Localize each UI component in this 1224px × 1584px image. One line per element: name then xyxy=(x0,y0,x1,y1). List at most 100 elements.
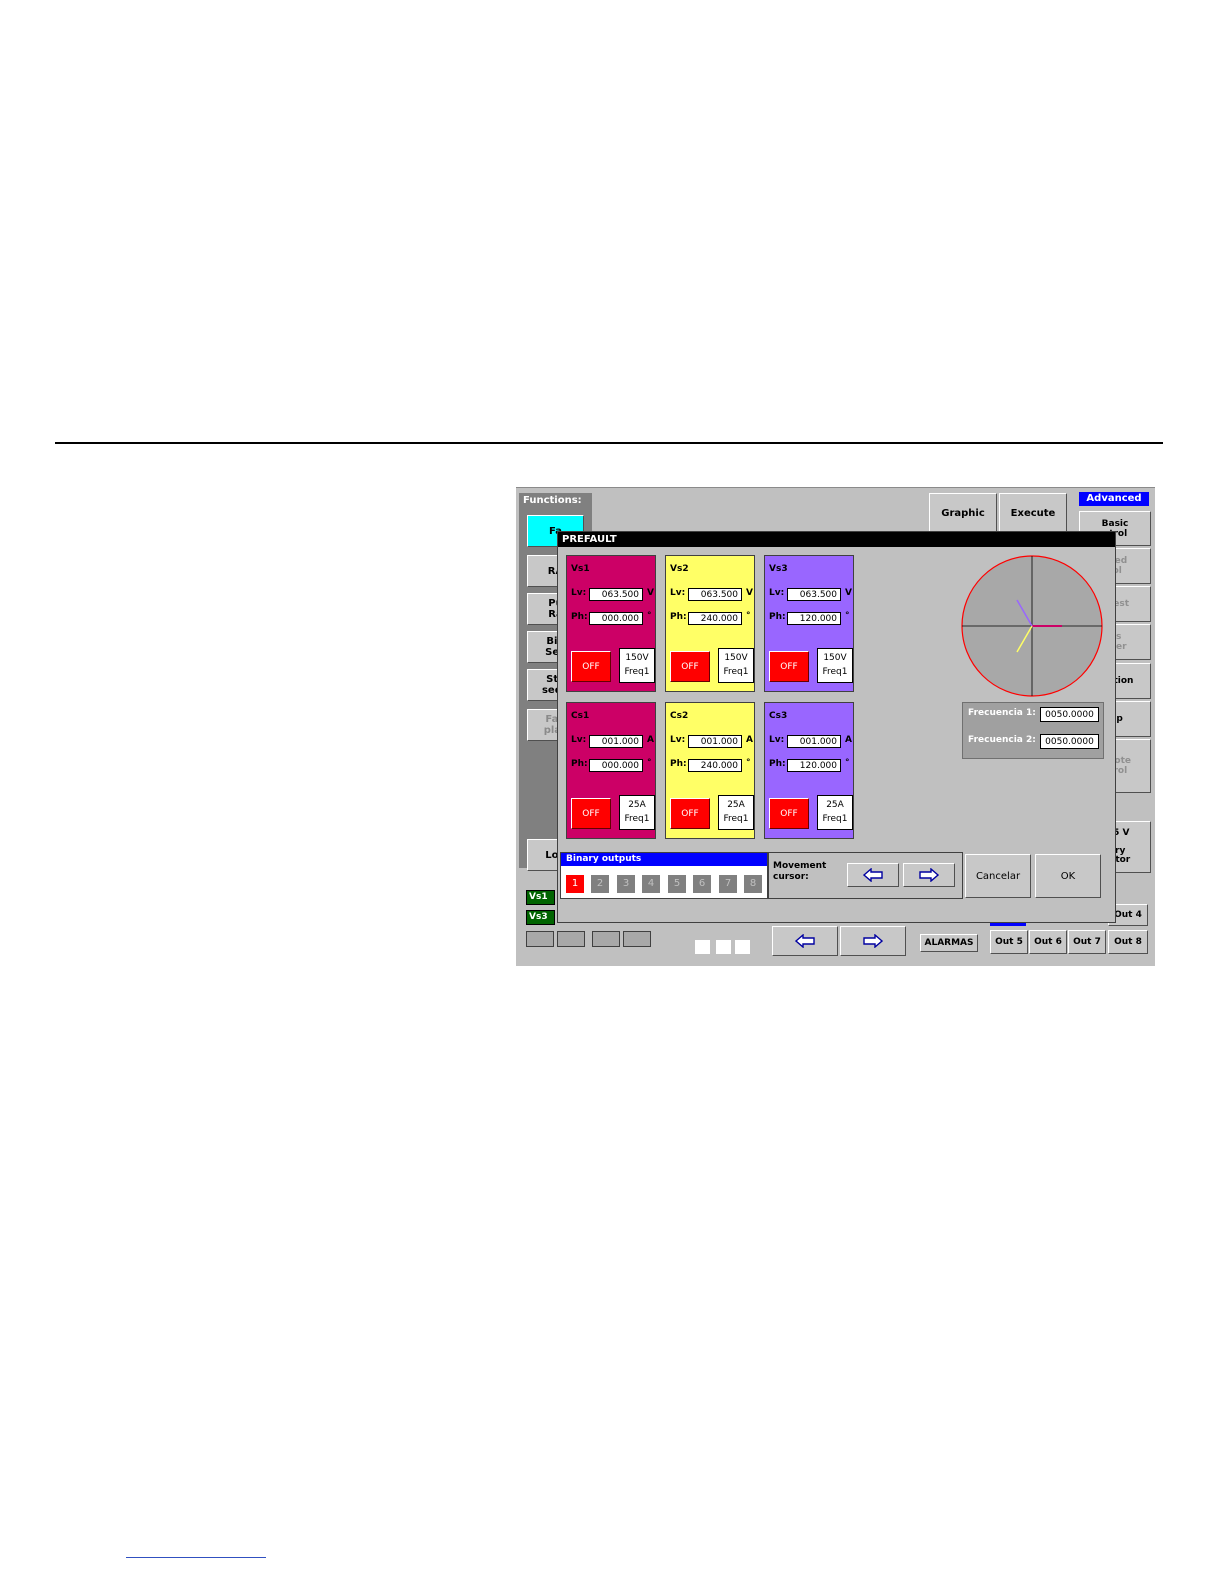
channel-cs1: Cs1 Lv: 001.000 A Ph: 000.000 ° OFF 25A F… xyxy=(566,702,656,839)
arrow-right-icon xyxy=(919,868,939,882)
ph-label: Ph: xyxy=(769,612,786,622)
out-5-button[interactable]: Out 5 xyxy=(990,930,1028,954)
range-value: 25A xyxy=(628,800,646,810)
range-button[interactable]: 25A Freq1 xyxy=(619,795,655,830)
ok-button[interactable]: OK xyxy=(1035,854,1101,898)
footer-link-underline xyxy=(126,1557,266,1558)
functions-label: Functions: xyxy=(523,495,582,506)
next-arrow-button[interactable] xyxy=(840,926,906,956)
prefault-dialog: PREFAULT Vs1 Lv: 063.500 V Ph: 000.000 °… xyxy=(557,531,1116,923)
advanced-mode-label: Advanced xyxy=(1079,492,1149,506)
range-value: 150V xyxy=(724,653,748,663)
ph-input[interactable]: 120.000 xyxy=(787,759,841,772)
range-button[interactable]: 150V Freq1 xyxy=(619,648,655,683)
cursor-right-button[interactable] xyxy=(903,863,955,887)
channel-name: Cs2 xyxy=(670,711,689,721)
lv-label: Lv: xyxy=(571,588,587,598)
frequency-2-input[interactable]: 0050.0000 xyxy=(1040,734,1099,749)
off-button[interactable]: OFF xyxy=(769,798,809,829)
ph-input[interactable]: 000.000 xyxy=(589,759,643,772)
ph-unit: ° xyxy=(746,611,751,621)
range-value: 150V xyxy=(823,653,847,663)
binary-output-4[interactable]: 4 xyxy=(642,875,660,893)
indicator-square xyxy=(695,940,710,954)
ph-label: Ph: xyxy=(769,759,786,769)
channel-vs2: Vs2 Lv: 063.500 V Ph: 240.000 ° OFF 150V… xyxy=(665,555,755,692)
range-button[interactable]: 25A Freq1 xyxy=(817,795,853,830)
ph-unit: ° xyxy=(746,758,751,768)
off-button[interactable]: OFF xyxy=(769,651,809,682)
dialog-title: PREFAULT xyxy=(558,532,1115,547)
status-vs1: Vs1 xyxy=(526,890,555,905)
binary-outputs-panel: Binary outputs 1 2 3 4 5 6 7 8 xyxy=(560,852,768,899)
graphic-button[interactable]: Graphic xyxy=(929,493,997,533)
range-button[interactable]: 150V Freq1 xyxy=(718,648,754,683)
alarms-button[interactable]: ALARMAS xyxy=(920,934,978,952)
channel-cs3: Cs3 Lv: 001.000 A Ph: 120.000 ° OFF 25A F… xyxy=(764,702,854,839)
channel-name: Vs3 xyxy=(769,564,788,574)
status-vs3: Vs3 xyxy=(526,910,555,925)
ph-input[interactable]: 240.000 xyxy=(688,612,742,625)
ph-input[interactable]: 000.000 xyxy=(589,612,643,625)
lv-label: Lv: xyxy=(571,735,587,745)
lv-label: Lv: xyxy=(670,588,686,598)
out-8-button[interactable]: Out 8 xyxy=(1108,930,1148,954)
cursor-left-button[interactable] xyxy=(847,863,899,887)
range-value: 25A xyxy=(826,800,844,810)
lv-input[interactable]: 001.000 xyxy=(787,735,841,748)
freq-value: Freq1 xyxy=(723,667,749,677)
arrow-right-icon xyxy=(863,934,883,948)
range-value: 150V xyxy=(625,653,649,663)
freq-value: Freq1 xyxy=(723,814,749,824)
ph-input[interactable]: 240.000 xyxy=(688,759,742,772)
ph-unit: ° xyxy=(647,758,652,768)
lv-label: Lv: xyxy=(769,588,785,598)
lv-input[interactable]: 001.000 xyxy=(589,735,643,748)
binary-output-1[interactable]: 1 xyxy=(566,875,584,893)
binary-output-5[interactable]: 5 xyxy=(668,875,686,893)
lv-input[interactable]: 063.500 xyxy=(589,588,643,601)
ph-label: Ph: xyxy=(571,759,588,769)
out-7-button[interactable]: Out 7 xyxy=(1068,930,1106,954)
lv-unit: A xyxy=(647,735,654,745)
range-button[interactable]: 150V Freq1 xyxy=(817,648,853,683)
binary-output-2[interactable]: 2 xyxy=(591,875,609,893)
ph-input[interactable]: 120.000 xyxy=(787,612,841,625)
ph-label: Ph: xyxy=(670,759,687,769)
channel-cs2: Cs2 Lv: 001.000 A Ph: 240.000 ° OFF 25A F… xyxy=(665,702,755,839)
lv-input[interactable]: 063.500 xyxy=(688,588,742,601)
freq-value: Freq1 xyxy=(624,667,650,677)
off-button[interactable]: OFF xyxy=(670,798,710,829)
off-button[interactable]: OFF xyxy=(571,651,611,682)
freq-value: Freq1 xyxy=(822,667,848,677)
frequency-1-input[interactable]: 0050.0000 xyxy=(1040,707,1099,722)
binary-output-3[interactable]: 3 xyxy=(617,875,635,893)
arrow-left-icon xyxy=(863,868,883,882)
out-6-button[interactable]: Out 6 xyxy=(1029,930,1067,954)
phasor-diagram xyxy=(961,555,1103,697)
binary-output-7[interactable]: 7 xyxy=(719,875,737,893)
page-rule xyxy=(55,442,1163,444)
execute-button[interactable]: Execute xyxy=(999,493,1067,533)
binary-output-6[interactable]: 6 xyxy=(693,875,711,893)
off-button[interactable]: OFF xyxy=(571,798,611,829)
binary-output-8[interactable]: 8 xyxy=(744,875,762,893)
ph-label: Ph: xyxy=(571,612,588,622)
lv-unit: A xyxy=(845,735,852,745)
off-button[interactable]: OFF xyxy=(670,651,710,682)
cancel-button[interactable]: Cancelar xyxy=(965,854,1031,898)
lv-unit: V xyxy=(647,588,654,598)
ph-label: Ph: xyxy=(670,612,687,622)
ph-unit: ° xyxy=(845,611,850,621)
prev-arrow-button[interactable] xyxy=(772,926,838,956)
lv-unit: A xyxy=(746,735,753,745)
status-slot xyxy=(526,931,554,947)
ph-unit: ° xyxy=(647,611,652,621)
status-slot xyxy=(623,931,651,947)
binary-outputs-title: Binary outputs xyxy=(561,853,767,866)
channel-vs3: Vs3 Lv: 063.500 V Ph: 120.000 ° OFF 150V… xyxy=(764,555,854,692)
lv-label: Lv: xyxy=(769,735,785,745)
lv-input[interactable]: 063.500 xyxy=(787,588,841,601)
lv-input[interactable]: 001.000 xyxy=(688,735,742,748)
range-button[interactable]: 25A Freq1 xyxy=(718,795,754,830)
